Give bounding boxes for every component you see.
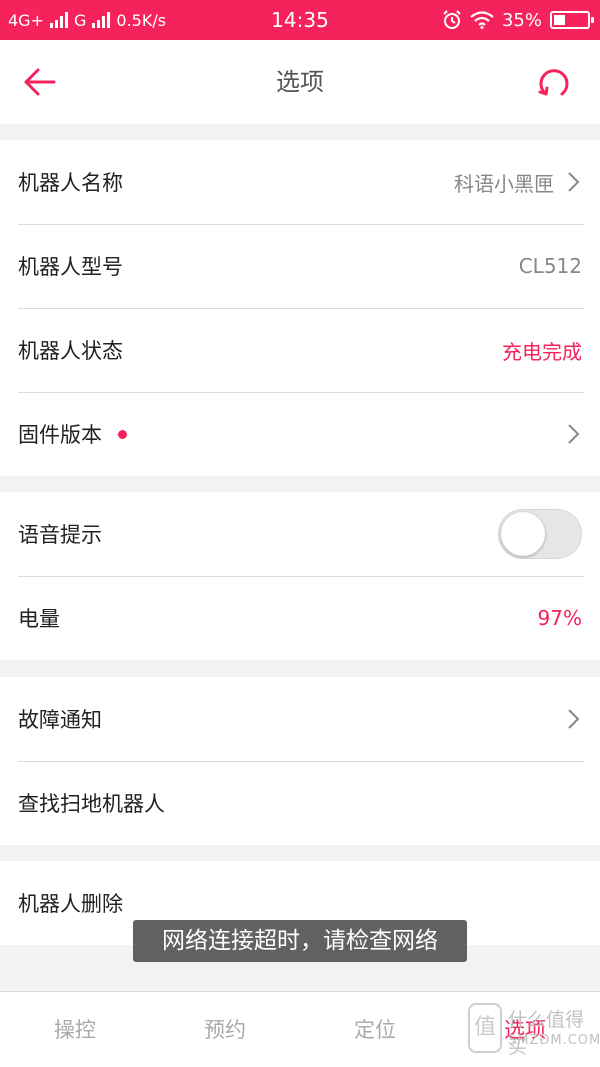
- firmware-label-wrap: 固件版本: [18, 419, 127, 449]
- toast-message: 网络连接超时，请检查网络: [133, 920, 467, 962]
- robot-name-row[interactable]: 机器人名称 科语小黑匣: [0, 140, 600, 224]
- chevron-right-icon: [568, 424, 580, 444]
- page-title: 选项: [276, 68, 324, 96]
- battery-fill: [554, 15, 565, 25]
- battery-row: 电量 97%: [0, 576, 600, 660]
- voice-label: 语音提示: [18, 523, 102, 547]
- robot-name-right: 科语小黑匣: [454, 168, 582, 197]
- robot-model-row: 机器人型号 CL512: [0, 224, 600, 308]
- wifi-icon: [470, 11, 494, 29]
- robot-status-label: 机器人状态: [18, 339, 123, 363]
- fault-label: 故障通知: [18, 708, 102, 732]
- firmware-label: 固件版本: [18, 423, 102, 447]
- battery-label: 电量: [18, 607, 60, 631]
- find-robot-row[interactable]: 查找扫地机器人: [0, 761, 600, 845]
- firmware-row[interactable]: 固件版本: [0, 392, 600, 476]
- tools-group: 故障通知 查找扫地机器人: [0, 677, 600, 845]
- robot-status-row: 机器人状态 充电完成: [0, 308, 600, 392]
- battery-percent: 35%: [501, 9, 542, 31]
- voice-row: 语音提示: [0, 492, 600, 576]
- tab-control[interactable]: 操控: [0, 992, 150, 1067]
- settings-group: 语音提示 电量 97%: [0, 492, 600, 660]
- watermark-sub: SMZDM.COM: [508, 1033, 600, 1048]
- robot-status-value: 充电完成: [502, 339, 582, 364]
- watermark: 值 什么值得买 SMZDM.COM: [468, 999, 600, 1061]
- toggle-knob: [501, 512, 545, 556]
- robot-model-value: CL512: [518, 254, 582, 278]
- firmware-right: [554, 422, 582, 446]
- chevron-right-icon: [568, 172, 580, 192]
- fault-right: [554, 707, 582, 731]
- tab-location[interactable]: 定位: [300, 992, 450, 1067]
- voice-toggle[interactable]: [498, 509, 582, 559]
- delete-robot-label: 机器人删除: [18, 892, 123, 916]
- battery-icon: [550, 11, 594, 29]
- alarm-icon: [443, 10, 461, 29]
- voice-right: [498, 509, 582, 559]
- tab-schedule[interactable]: 预约: [150, 992, 300, 1067]
- robot-info-group: 机器人名称 科语小黑匣 机器人型号 CL512 机器人状态 充电完成 固件版本: [0, 140, 600, 476]
- robot-name-value: 科语小黑匣: [454, 171, 554, 196]
- fault-row[interactable]: 故障通知: [0, 677, 600, 761]
- battery-value: 97%: [537, 606, 582, 630]
- nav-bar: 选项: [0, 40, 600, 124]
- status-right: 35%: [442, 0, 594, 40]
- robot-name-label: 机器人名称: [18, 171, 123, 195]
- find-robot-label: 查找扫地机器人: [18, 792, 165, 816]
- watermark-badge: 值: [468, 1003, 502, 1053]
- refresh-icon[interactable]: [534, 62, 574, 102]
- chevron-right-icon: [568, 709, 580, 729]
- robot-model-label: 机器人型号: [18, 255, 123, 279]
- status-bar: 4G+ G 0.5K/s 14:35 35%: [0, 0, 600, 40]
- update-badge: [118, 429, 127, 439]
- watermark-text: 什么值得买: [508, 1009, 585, 1058]
